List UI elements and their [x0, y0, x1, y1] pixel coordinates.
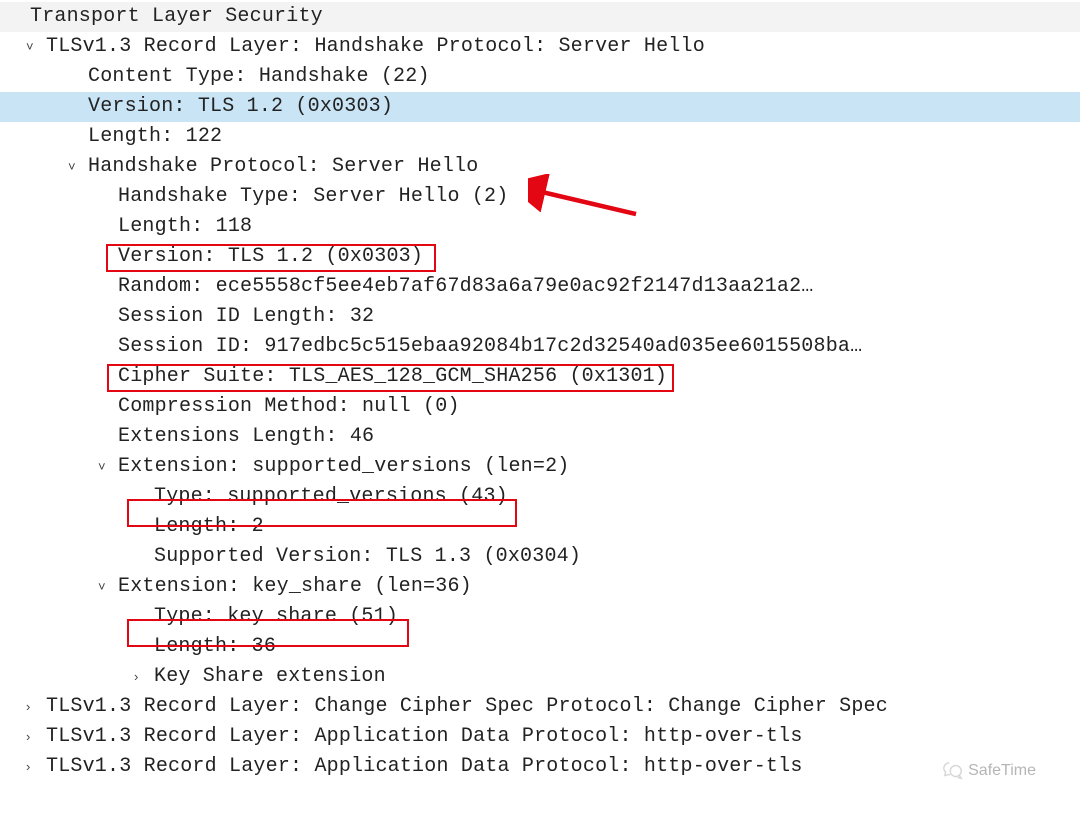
handshake-version-label: Version: TLS 1.2 (0x0303)	[118, 242, 423, 272]
session-id-label: Session ID: 917edbc5c515ebaa92084b17c2d3…	[118, 332, 862, 362]
tree-item-tls-root[interactable]: ˅ Transport Layer Security	[0, 2, 1080, 32]
tree-item-record-appdata-1[interactable]: › TLSv1.3 Record Layer: Application Data…	[4, 722, 1080, 752]
chevron-down-icon: ˅	[26, 32, 42, 62]
record-version-label: Version: TLS 1.2 (0x0303)	[88, 92, 393, 122]
tree-item-ext-key-share[interactable]: ˅ Extension: key_share (len=36)	[4, 572, 1080, 602]
chevron-right-icon: ›	[26, 752, 42, 782]
tree-item-handshake-length[interactable]: Length: 118	[4, 212, 1080, 242]
packet-details-tree[interactable]: ˅ Transport Layer Security ˅ TLSv1.3 Rec…	[0, 0, 1080, 782]
tree-item-content-type[interactable]: Content Type: Handshake (22)	[4, 62, 1080, 92]
ext-ks-type-label: Type: key share (51)	[154, 602, 398, 632]
tree-item-compression[interactable]: Compression Method: null (0)	[4, 392, 1080, 422]
tree-item-record-appdata-2[interactable]: › TLSv1.3 Record Layer: Application Data…	[4, 752, 1080, 782]
session-id-length-label: Session ID Length: 32	[118, 302, 374, 332]
chevron-down-icon: ˅	[98, 452, 114, 482]
watermark-label: SafeTime	[968, 762, 1036, 780]
tree-item-ext-sv-length[interactable]: Length: 2	[4, 512, 1080, 542]
watermark: SafeTime	[942, 760, 1036, 782]
tree-item-ext-ks-length[interactable]: Length: 36	[4, 632, 1080, 662]
ext-sv-value-label: Supported Version: TLS 1.3 (0x0304)	[154, 542, 581, 572]
ext-sv-header-label: Extension: supported_versions (len=2)	[118, 452, 569, 482]
record-handshake-label: TLSv1.3 Record Layer: Handshake Protocol…	[46, 32, 705, 62]
tree-item-handshake-version[interactable]: Version: TLS 1.2 (0x0303)	[4, 242, 1080, 272]
tree-item-ext-ks-sub[interactable]: › Key Share extension	[4, 662, 1080, 692]
tree-item-record-version[interactable]: Version: TLS 1.2 (0x0303)	[0, 92, 1080, 122]
chevron-down-icon: ˅	[68, 152, 84, 182]
tree-item-record-length[interactable]: Length: 122	[4, 122, 1080, 152]
record-appdata1-label: TLSv1.3 Record Layer: Application Data P…	[46, 722, 803, 752]
tree-item-ext-supported-versions[interactable]: ˅ Extension: supported_versions (len=2)	[4, 452, 1080, 482]
ext-ks-length-label: Length: 36	[154, 632, 276, 662]
tree-item-ext-ks-type[interactable]: Type: key share (51)	[4, 602, 1080, 632]
chat-bubble-icon	[942, 760, 964, 782]
tree-item-record-change-cipher[interactable]: › TLSv1.3 Record Layer: Change Cipher Sp…	[4, 692, 1080, 722]
tree-item-session-id-length[interactable]: Session ID Length: 32	[4, 302, 1080, 332]
ext-ks-header-label: Extension: key_share (len=36)	[118, 572, 472, 602]
record-length-label: Length: 122	[88, 122, 222, 152]
tree-item-cipher-suite[interactable]: Cipher Suite: TLS_AES_128_GCM_SHA256 (0x…	[4, 362, 1080, 392]
record-appdata2-label: TLSv1.3 Record Layer: Application Data P…	[46, 752, 803, 782]
handshake-protocol-label: Handshake Protocol: Server Hello	[88, 152, 478, 182]
chevron-down-icon: ˅	[98, 572, 114, 602]
handshake-type-label: Handshake Type: Server Hello (2)	[118, 182, 508, 212]
tree-item-record-handshake[interactable]: ˅ TLSv1.3 Record Layer: Handshake Protoc…	[4, 32, 1080, 62]
random-label: Random: ece5558cf5ee4eb7af67d83a6a79e0ac…	[118, 272, 814, 302]
handshake-length-label: Length: 118	[118, 212, 252, 242]
chevron-right-icon: ›	[26, 692, 42, 722]
tree-item-ext-sv-type[interactable]: Type: supported_versions (43)	[4, 482, 1080, 512]
chevron-right-icon: ›	[26, 722, 42, 752]
tls-root-label: Transport Layer Security	[30, 2, 323, 32]
compression-label: Compression Method: null (0)	[118, 392, 460, 422]
cipher-suite-label: Cipher Suite: TLS_AES_128_GCM_SHA256 (0x…	[118, 362, 667, 392]
ext-sv-type-label: Type: supported_versions (43)	[154, 482, 508, 512]
tree-item-handshake-protocol[interactable]: ˅ Handshake Protocol: Server Hello	[4, 152, 1080, 182]
ext-sv-length-label: Length: 2	[154, 512, 264, 542]
chevron-right-icon: ›	[134, 662, 150, 692]
tree-item-random[interactable]: Random: ece5558cf5ee4eb7af67d83a6a79e0ac…	[4, 272, 1080, 302]
ext-ks-sub-label: Key Share extension	[154, 662, 386, 692]
tree-item-session-id[interactable]: Session ID: 917edbc5c515ebaa92084b17c2d3…	[4, 332, 1080, 362]
tree-item-ext-sv-value[interactable]: Supported Version: TLS 1.3 (0x0304)	[4, 542, 1080, 572]
record-change-cipher-label: TLSv1.3 Record Layer: Change Cipher Spec…	[46, 692, 888, 722]
tree-item-extensions-length[interactable]: Extensions Length: 46	[4, 422, 1080, 452]
tree-item-handshake-type[interactable]: Handshake Type: Server Hello (2)	[4, 182, 1080, 212]
content-type-label: Content Type: Handshake (22)	[88, 62, 430, 92]
extensions-length-label: Extensions Length: 46	[118, 422, 374, 452]
